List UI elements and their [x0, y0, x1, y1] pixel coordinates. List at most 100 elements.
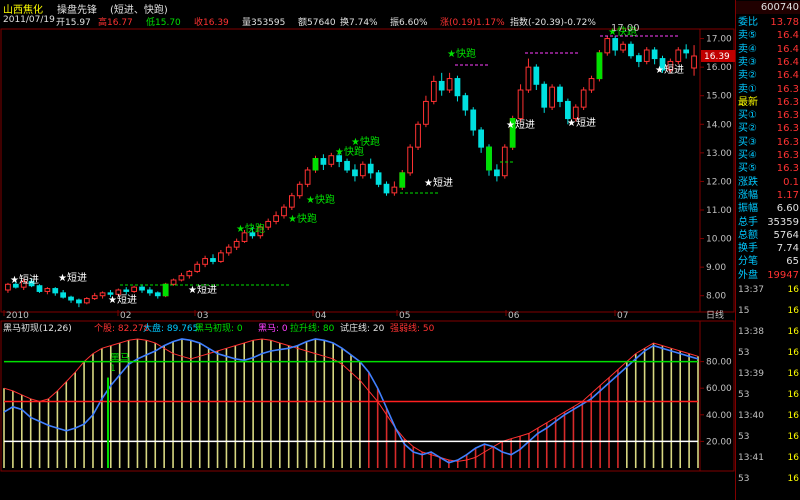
- candle-body: [691, 55, 697, 69]
- tick-row: 13:39 16: [736, 368, 800, 380]
- price-axis-label: 16.00: [706, 63, 732, 73]
- candle-body: [415, 123, 421, 148]
- price-panel-border: [0, 28, 735, 313]
- quote-row: 买③ 16.3: [736, 136, 800, 149]
- code-row: 600740: [736, 1, 800, 14]
- quote-value: 1.17: [776, 189, 799, 201]
- candle-body: [572, 106, 579, 120]
- month-label: 05: [399, 311, 410, 321]
- quote-value: 35359: [767, 216, 799, 228]
- info-change: 涨(0.19)1.17%: [440, 18, 505, 28]
- candle-body: [683, 49, 690, 54]
- candle-body: [501, 146, 508, 177]
- quote-label: 卖⑤: [738, 30, 757, 42]
- tick-row: 13:40 16: [736, 410, 800, 422]
- quote-row: 卖③ 16.4: [736, 56, 800, 69]
- ind-pull: 拉升线: 80: [290, 324, 335, 334]
- candle-body: [281, 206, 287, 217]
- candle-body: [115, 289, 122, 295]
- tick-row: 53 16: [736, 473, 800, 485]
- candle-body: [525, 66, 532, 91]
- quick-run-label: ★快跑: [447, 47, 476, 60]
- stock-code: 600740: [760, 2, 799, 13]
- short-in-label: ★短进: [10, 273, 39, 286]
- quote-row: 涨幅 1.17: [736, 189, 800, 202]
- quote-row: 总额 5764: [736, 229, 800, 242]
- candle-body: [620, 43, 626, 51]
- candle-body: [68, 296, 74, 301]
- quote-label: 买③: [738, 136, 757, 148]
- candle-body: [328, 155, 335, 165]
- indicator-panel: 黑马1: [3, 338, 699, 468]
- candle-body: [446, 78, 453, 91]
- quote-label: 买⑤: [738, 163, 757, 175]
- indicator-name[interactable]: 操盘先锋: [57, 1, 97, 16]
- ind-name[interactable]: 黑马初现(12,26): [3, 321, 72, 334]
- candle-body: [344, 160, 350, 171]
- ind-hm: 黑马: 0: [258, 324, 288, 334]
- candles: [5, 35, 697, 308]
- quote-value: 16.3: [776, 136, 799, 148]
- candle-body: [517, 89, 524, 120]
- main-chart: ★短进 ★短进★短进★短进★短进★短进 ★短进★短进★快跑★快跑★快跑★快跑★快跑★…: [0, 23, 735, 472]
- tick-row: 15 16: [736, 305, 800, 317]
- candle-body: [604, 38, 611, 54]
- candle-body: [430, 80, 437, 102]
- quote-label: 换手: [738, 243, 758, 255]
- tick-row: 13:41 16: [736, 452, 800, 464]
- quote-label: 卖②: [738, 70, 757, 82]
- candle-body: [675, 49, 682, 62]
- quote-label: 振幅: [738, 203, 758, 215]
- candle-body: [83, 298, 90, 304]
- candle-body: [462, 95, 469, 111]
- candle-body: [76, 299, 82, 304]
- quote-row: 振幅 6.60: [736, 202, 800, 215]
- tick-time: 53: [738, 432, 750, 442]
- ind-market: 大盘: 89.765: [143, 324, 199, 334]
- signal-candle: [312, 158, 319, 171]
- tick-price: 16: [787, 432, 799, 442]
- candle-body: [186, 270, 193, 277]
- candle-body: [549, 86, 555, 108]
- quick-run-label: ★快跑: [351, 135, 380, 148]
- price-axis-label: 8.00: [706, 292, 726, 302]
- quote-row: 换手 7.74: [736, 242, 800, 255]
- quote-value: 16.4: [776, 43, 799, 55]
- month-label: 07: [617, 311, 628, 321]
- quote-row: 最新 16.3: [736, 96, 800, 109]
- price-axis-label: 13.00: [706, 149, 732, 159]
- candle-body: [565, 100, 571, 120]
- indicator-header: 黑马初现(12,26) 个股: 82.278 大盘: 89.765 黑马初现: …: [0, 321, 735, 334]
- quick-run-label: ★快跑: [236, 222, 265, 235]
- tick-price: 16: [787, 474, 799, 484]
- tick-price: 16: [787, 411, 799, 421]
- quote-row: 买① 16.3: [736, 109, 800, 122]
- candle-body: [131, 286, 137, 292]
- quote-panel: 600740 委比 13.78 卖⑤ 16.4 卖④ 16.4 卖③ 16.4 卖② 16.4 卖①…: [735, 0, 800, 500]
- short-in-label: ★短进: [506, 118, 535, 131]
- candle-body: [170, 279, 177, 285]
- candle-body: [320, 158, 327, 165]
- tick-price: 16: [787, 327, 799, 337]
- candle-body: [123, 289, 130, 292]
- candle-body: [588, 78, 595, 91]
- price-axis-label: 17.00: [706, 35, 732, 45]
- price-marker-label: 16.39: [704, 52, 730, 62]
- candle-body: [36, 285, 43, 292]
- title-bar: 山西焦化 操盘先锋 (短进、快跑): [0, 0, 735, 16]
- month-label: 06: [508, 311, 520, 321]
- candle-body: [375, 172, 382, 185]
- quote-label: 涨跌: [738, 176, 758, 188]
- tick-row: 53 16: [736, 389, 800, 401]
- candle-body: [541, 83, 548, 108]
- quote-row: 外盘 19947: [736, 269, 800, 282]
- candle-body: [628, 43, 634, 57]
- stock-name: 山西焦化: [3, 5, 43, 16]
- candle-body: [288, 195, 295, 208]
- quote-value: 5764: [773, 229, 799, 241]
- info-amplitude: 振6.60%: [390, 18, 428, 28]
- candle-body: [352, 169, 358, 177]
- tick-time: 13:39: [738, 369, 764, 379]
- ind-axis-label: 60.00: [706, 384, 732, 394]
- price-axis-label: 10.00: [706, 235, 732, 245]
